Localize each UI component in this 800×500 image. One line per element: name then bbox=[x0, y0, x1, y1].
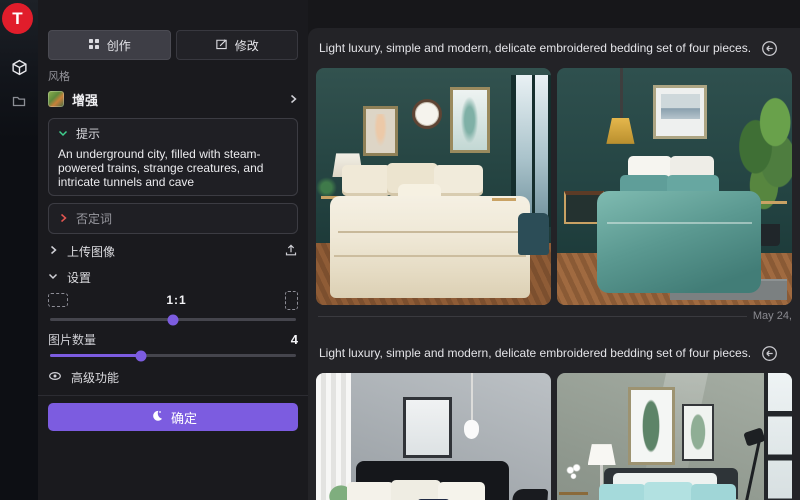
image-count-slider[interactable] bbox=[50, 354, 296, 357]
scene-pillow bbox=[434, 165, 483, 196]
divider-line bbox=[318, 316, 747, 317]
negative-box-header[interactable]: 否定词 bbox=[58, 210, 288, 227]
date-divider-text: May 24, bbox=[753, 310, 792, 322]
chevron-down-icon bbox=[48, 270, 58, 284]
scene-plant-pot bbox=[759, 224, 780, 245]
advanced-features-row[interactable]: 高级功能 bbox=[48, 367, 298, 387]
upload-image-row[interactable]: 上传图像 bbox=[48, 240, 298, 262]
image-grid-row-1 bbox=[316, 68, 792, 305]
style-value: 增强 bbox=[72, 90, 98, 109]
generated-image-3[interactable] bbox=[316, 373, 551, 500]
negative-label: 否定词 bbox=[76, 210, 112, 227]
scene-pillow bbox=[391, 480, 440, 500]
tab-modify-label: 修改 bbox=[235, 37, 259, 54]
scene-pillow bbox=[438, 482, 485, 500]
style-thumbnail-icon bbox=[48, 91, 64, 107]
chevron-right-icon bbox=[58, 212, 68, 226]
generation-feed: Light luxury, simple and modern, delicat… bbox=[308, 28, 800, 500]
scene-pillow bbox=[691, 484, 736, 500]
image-grid-row-2 bbox=[316, 373, 792, 500]
aspect-ratio-slider[interactable] bbox=[50, 318, 296, 321]
chevron-right-icon bbox=[288, 92, 298, 107]
control-panel: 创作 修改 风格 增强 bbox=[38, 0, 308, 500]
scene-duvet bbox=[597, 191, 762, 293]
scene-side-table bbox=[492, 198, 516, 201]
scene-wall-clock bbox=[412, 99, 442, 129]
settings-label: 设置 bbox=[67, 269, 91, 286]
mode-tabs: 创作 修改 bbox=[48, 30, 298, 60]
generated-image-2[interactable] bbox=[557, 68, 792, 305]
advanced-label: 高级功能 bbox=[71, 369, 119, 386]
sidebar-item-models[interactable] bbox=[0, 50, 38, 84]
chevron-right-icon bbox=[48, 244, 58, 258]
grid-icon bbox=[88, 38, 100, 53]
gallery-area: Light luxury, simple and modern, delicat… bbox=[308, 0, 800, 500]
generation-prompt-row: Light luxury, simple and modern, delicat… bbox=[316, 28, 792, 68]
icon-rail: T bbox=[0, 0, 38, 500]
scene-pillow bbox=[342, 165, 391, 196]
scene-flowers bbox=[564, 463, 585, 487]
upload-label: 上传图像 bbox=[67, 243, 115, 260]
style-section-label: 风格 bbox=[48, 68, 298, 84]
generation-prompt-text: Light luxury, simple and modern, delicat… bbox=[319, 346, 751, 360]
date-divider: May 24, bbox=[316, 305, 792, 327]
settings-header[interactable]: 设置 bbox=[48, 266, 298, 288]
scene-art-frame bbox=[450, 87, 490, 153]
aspect-ratio-value: 1:1 bbox=[68, 293, 285, 307]
confirm-label: 确定 bbox=[171, 408, 197, 427]
tab-modify[interactable]: 修改 bbox=[176, 30, 299, 60]
style-selector[interactable]: 增强 bbox=[48, 86, 298, 112]
scene-pendant-lamp bbox=[620, 68, 623, 118]
avatar[interactable]: T bbox=[2, 3, 33, 34]
aspect-ratio-row: 1:1 bbox=[48, 290, 298, 310]
generation-prompt-row: Light luxury, simple and modern, delicat… bbox=[316, 333, 792, 373]
generated-image-4[interactable] bbox=[557, 373, 792, 500]
landscape-ratio-icon[interactable] bbox=[48, 293, 68, 307]
prompt-box-header[interactable]: 提示 bbox=[58, 125, 288, 142]
prompt-textarea[interactable]: An underground city, filled with steam-p… bbox=[58, 147, 288, 189]
generation-prompt-text: Light luxury, simple and modern, delicat… bbox=[319, 41, 751, 55]
generated-image-1[interactable] bbox=[316, 68, 551, 305]
scene-art-frame bbox=[653, 85, 707, 140]
moon-sparkle-icon bbox=[149, 409, 163, 426]
scene-window bbox=[764, 373, 792, 500]
image-count-value: 4 bbox=[291, 332, 298, 347]
image-count-row: 图片数量 4 bbox=[48, 331, 298, 347]
negative-box: 否定词 bbox=[48, 203, 298, 234]
scene-pendant-lamp bbox=[471, 373, 473, 423]
count-slider-thumb[interactable] bbox=[136, 350, 147, 361]
scene-pillow bbox=[347, 482, 394, 500]
scene-art-frame bbox=[682, 404, 715, 461]
prompt-label: 提示 bbox=[76, 125, 100, 142]
tab-create-label: 创作 bbox=[107, 37, 131, 54]
cube-icon bbox=[11, 59, 28, 76]
tab-create[interactable]: 创作 bbox=[48, 30, 171, 60]
aspect-slider-thumb[interactable] bbox=[168, 314, 179, 325]
scene-art-frame bbox=[403, 397, 452, 459]
slider-fill bbox=[50, 354, 141, 357]
portrait-ratio-icon[interactable] bbox=[285, 291, 298, 310]
reuse-prompt-icon[interactable] bbox=[761, 345, 778, 362]
sidebar-item-files[interactable] bbox=[0, 84, 38, 118]
image-count-label: 图片数量 bbox=[48, 331, 96, 348]
divider bbox=[38, 395, 308, 396]
scene-armchair bbox=[518, 213, 549, 256]
folder-icon bbox=[11, 93, 27, 109]
scene-pillow bbox=[599, 484, 646, 500]
eye-icon bbox=[48, 369, 62, 386]
scene-lamp bbox=[588, 444, 616, 465]
edit-icon bbox=[215, 37, 228, 53]
scene-art-frame bbox=[628, 387, 675, 465]
app-window: T bbox=[0, 0, 800, 500]
scene-side-table bbox=[559, 492, 587, 495]
upload-icon[interactable] bbox=[284, 243, 298, 260]
scene-art-frame bbox=[363, 106, 398, 156]
scene-side-table bbox=[761, 201, 787, 204]
prompt-box: 提示 An underground city, filled with stea… bbox=[48, 118, 298, 196]
reuse-prompt-icon[interactable] bbox=[761, 40, 778, 57]
scene-pillow bbox=[644, 482, 693, 500]
confirm-button[interactable]: 确定 bbox=[48, 403, 298, 431]
scene-duvet bbox=[330, 196, 530, 298]
chevron-down-icon bbox=[58, 127, 68, 141]
